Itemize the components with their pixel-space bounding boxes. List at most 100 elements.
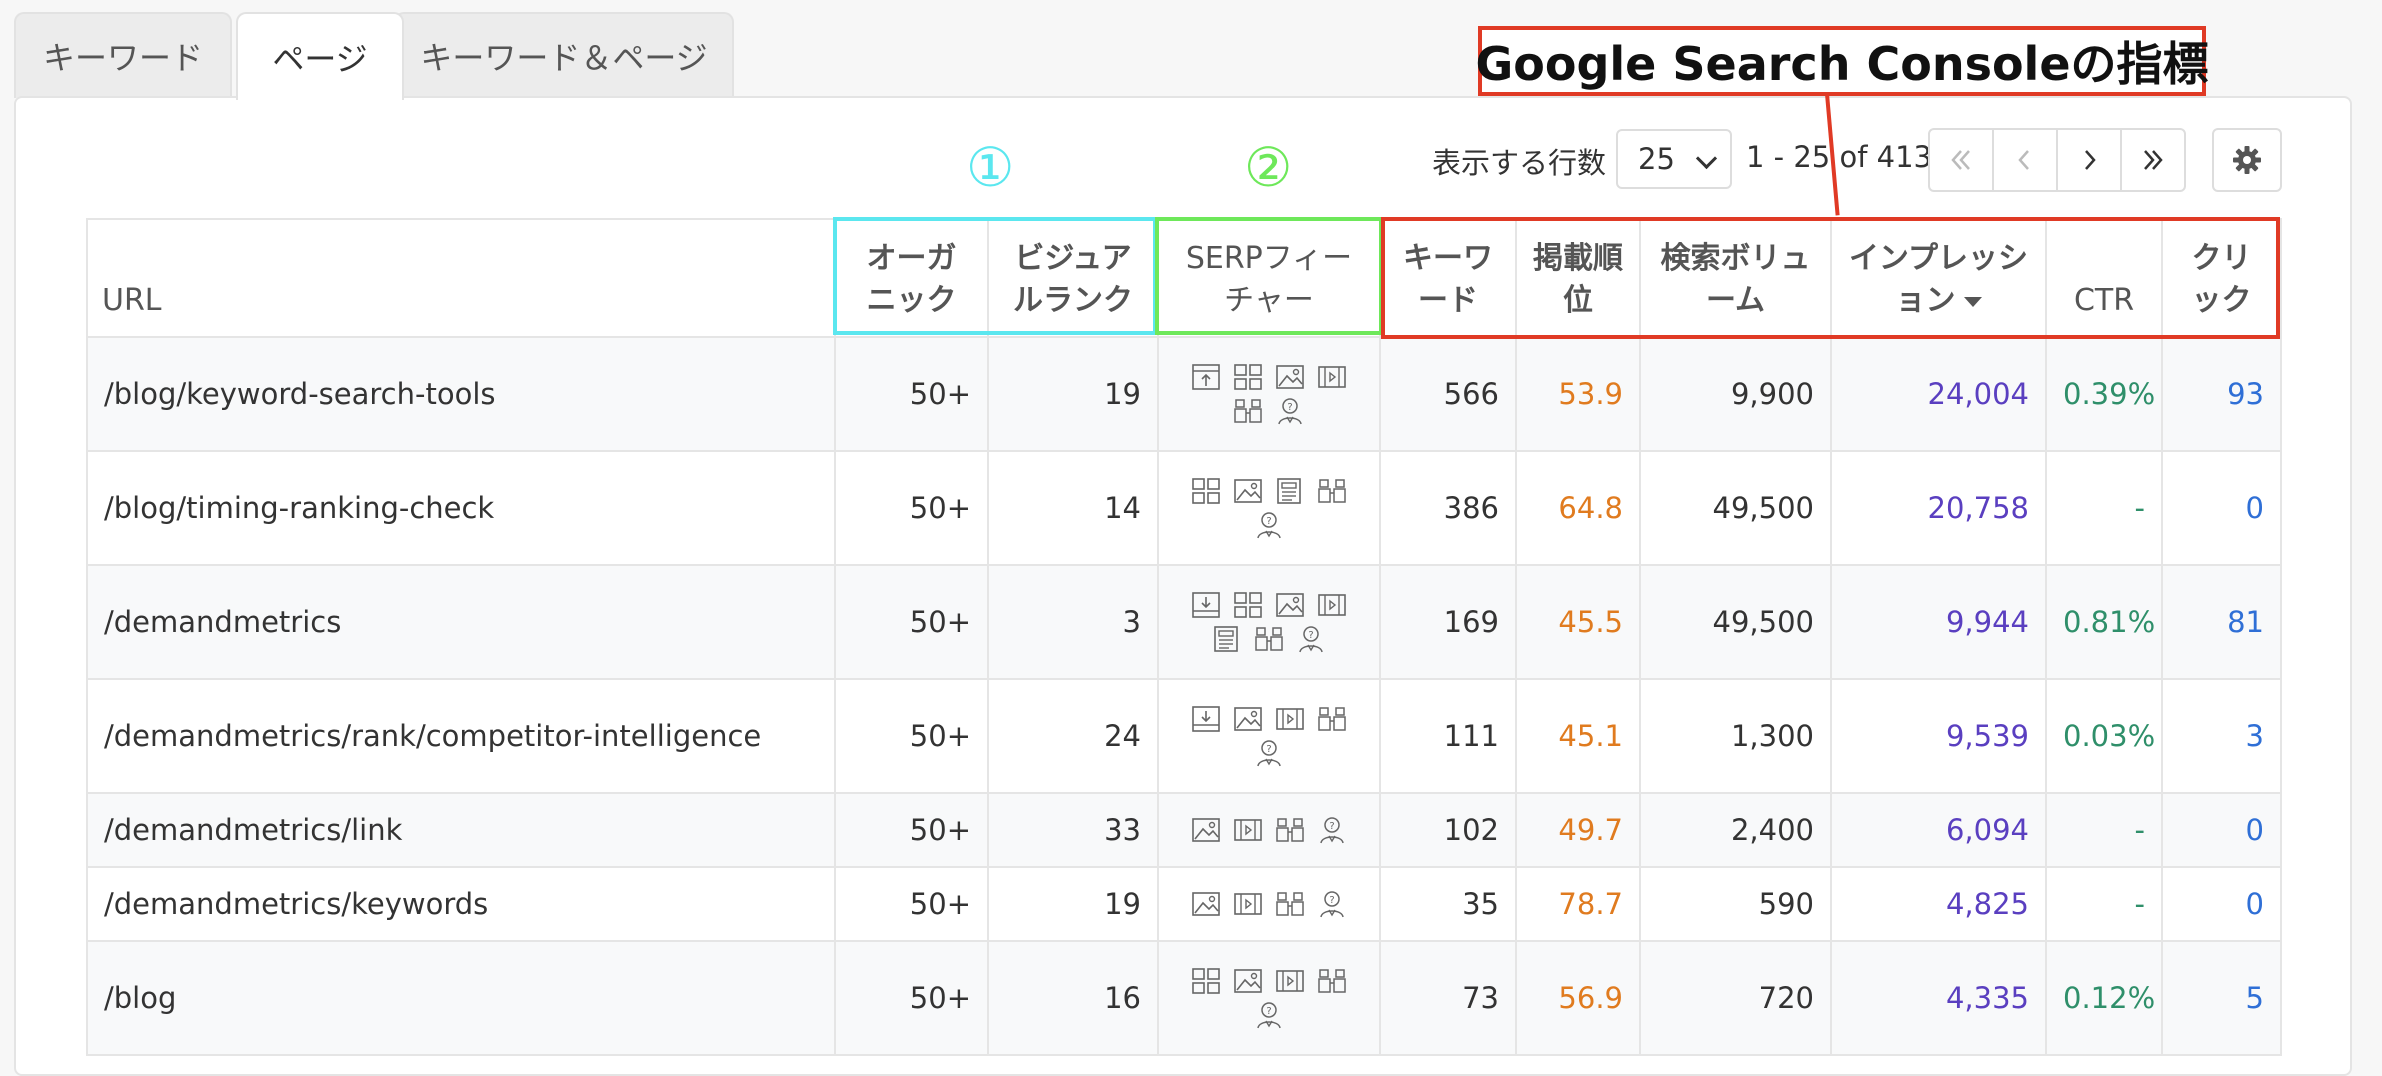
images-icon — [1276, 593, 1304, 617]
people-also-ask-icon: ? — [1320, 891, 1344, 918]
cell-serp-features: ? — [1157, 866, 1381, 942]
cell-clicks: 5 — [2161, 940, 2282, 1056]
annotation-number-2: ② — [1244, 136, 1293, 199]
cell-keywords: 111 — [1379, 678, 1517, 794]
cell-organic: 50+ — [834, 866, 989, 942]
col-header-search-volume[interactable]: 検索ボリュ ーム — [1639, 218, 1832, 338]
cell-search-volume: 2,400 — [1639, 792, 1832, 868]
images-icon — [1234, 969, 1262, 993]
cell-impressions: 9,539 — [1830, 678, 2047, 794]
table-row[interactable]: /blog/timing-ranking-check 50+ 14? 386 64.8 4… — [86, 450, 2282, 566]
people-also-ask-icon: ? — [1257, 512, 1281, 539]
cell-position: 64.8 — [1515, 450, 1641, 566]
image-pack-icon — [1192, 478, 1220, 504]
cell-clicks: 0 — [2161, 866, 2282, 942]
cell-ctr: 0.03% — [2045, 678, 2163, 794]
people-also-ask-icon: ? — [1320, 817, 1344, 844]
video-icon — [1276, 970, 1304, 992]
col-header-clicks[interactable]: クリ ック — [2161, 218, 2282, 338]
cell-impressions: 6,094 — [1830, 792, 2047, 868]
related-questions-icon — [1255, 627, 1283, 651]
first-page-button[interactable] — [1928, 128, 1994, 192]
cell-search-volume: 590 — [1639, 866, 1832, 942]
related-questions-icon — [1318, 969, 1346, 993]
cell-organic: 50+ — [834, 336, 989, 452]
cell-impressions: 4,335 — [1830, 940, 2047, 1056]
col-header-ctr[interactable]: CTR — [2045, 218, 2163, 338]
cell-position: 78.7 — [1515, 866, 1641, 942]
table-row[interactable]: /blog/keyword-search-tools 50+ 19? 566 53.9 9… — [86, 336, 2282, 452]
tab-keyword-and-page[interactable]: キーワード＆ページ — [394, 12, 734, 98]
cell-serp-features: ? — [1157, 940, 1381, 1056]
cell-url[interactable]: /demandmetrics/link — [86, 792, 836, 868]
cell-clicks: 0 — [2161, 450, 2282, 566]
col-header-keywords[interactable]: キーワ ード — [1379, 218, 1517, 338]
last-page-button[interactable] — [2120, 128, 2186, 192]
featured-snippet-icon — [1192, 364, 1220, 390]
col-header-organic[interactable]: オーガ ニック — [834, 218, 989, 338]
images-icon — [1234, 479, 1262, 503]
cell-url[interactable]: /blog/keyword-search-tools — [86, 336, 836, 452]
cell-search-volume: 1,300 — [1639, 678, 1832, 794]
col-header-serp-features[interactable]: SERPフィー チャー — [1157, 218, 1381, 338]
pages-table: URL オーガ ニック ビジュア ルランク SERPフィー チャー キーワ ード 掲載順… — [86, 218, 2282, 1056]
people-also-ask-icon: ? — [1299, 626, 1323, 653]
table-row[interactable]: /demandmetrics 50+ 3? 169 45.5 49,500 9,944 0.8… — [86, 564, 2282, 680]
cell-search-volume: 49,500 — [1639, 450, 1832, 566]
cell-position: 53.9 — [1515, 336, 1641, 452]
rows-per-page-select[interactable]: 25 — [1616, 129, 1732, 189]
cell-position: 56.9 — [1515, 940, 1641, 1056]
cell-visual-rank: 16 — [987, 940, 1159, 1056]
video-icon — [1276, 708, 1304, 730]
cell-ctr: - — [2045, 866, 2163, 942]
col-header-impressions[interactable]: インプレッシ ョン — [1830, 218, 2047, 338]
video-icon — [1318, 594, 1346, 616]
cell-keywords: 35 — [1379, 866, 1517, 942]
images-icon — [1276, 365, 1304, 389]
table-row[interactable]: /blog 50+ 16? 73 56.9 720 4,335 0.12% 5 — [86, 940, 2282, 1056]
cell-keywords: 566 — [1379, 336, 1517, 452]
prev-page-button[interactable] — [1992, 128, 2058, 192]
cell-search-volume: 720 — [1639, 940, 1832, 1056]
cell-position: 45.1 — [1515, 678, 1641, 794]
cell-url[interactable]: /demandmetrics — [86, 564, 836, 680]
cell-keywords: 73 — [1379, 940, 1517, 1056]
cell-ctr: 0.81% — [2045, 564, 2163, 680]
cell-visual-rank: 3 — [987, 564, 1159, 680]
table-row[interactable]: /demandmetrics/link 50+ 33? 102 49.7 2,400 6,0… — [86, 792, 2282, 868]
people-also-ask-icon: ? — [1278, 398, 1302, 425]
settings-button[interactable] — [2212, 128, 2282, 192]
col-header-position[interactable]: 掲載順位 — [1515, 218, 1641, 338]
double-chevron-left-icon — [1951, 150, 1970, 170]
chevron-left-icon — [2018, 150, 2029, 170]
images-icon — [1192, 892, 1220, 916]
cell-impressions: 9,944 — [1830, 564, 2047, 680]
cell-organic: 50+ — [834, 564, 989, 680]
cell-url[interactable]: /demandmetrics/rank/competitor-intellige… — [86, 678, 836, 794]
tab-keyword[interactable]: キーワード — [14, 12, 232, 98]
video-icon — [1318, 366, 1346, 388]
image-pack-icon — [1192, 968, 1220, 994]
news-icon — [1277, 478, 1301, 504]
tab-page[interactable]: ページ — [236, 12, 404, 100]
cell-url[interactable]: /blog/timing-ranking-check — [86, 450, 836, 566]
table-row[interactable]: /demandmetrics/rank/competitor-intellige… — [86, 678, 2282, 794]
gear-icon — [2233, 146, 2261, 174]
cell-serp-features: ? — [1157, 792, 1381, 868]
cell-url[interactable]: /blog — [86, 940, 836, 1056]
double-chevron-right-icon — [2144, 150, 2163, 170]
cell-impressions: 20,758 — [1830, 450, 2047, 566]
col-header-url[interactable]: URL — [86, 218, 836, 338]
svg-text:?: ? — [1266, 1006, 1271, 1017]
images-icon — [1234, 707, 1262, 731]
related-questions-icon — [1276, 892, 1304, 916]
next-page-button[interactable] — [2056, 128, 2122, 192]
table-row[interactable]: /demandmetrics/keywords 50+ 19? 35 78.7 590 4,… — [86, 866, 2282, 942]
cell-visual-rank: 24 — [987, 678, 1159, 794]
svg-text:?: ? — [1329, 821, 1334, 832]
cell-url[interactable]: /demandmetrics/keywords — [86, 866, 836, 942]
cell-visual-rank: 19 — [987, 336, 1159, 452]
images-icon — [1192, 818, 1220, 842]
related-questions-icon — [1234, 399, 1262, 423]
col-header-visual-rank[interactable]: ビジュア ルランク — [987, 218, 1159, 338]
